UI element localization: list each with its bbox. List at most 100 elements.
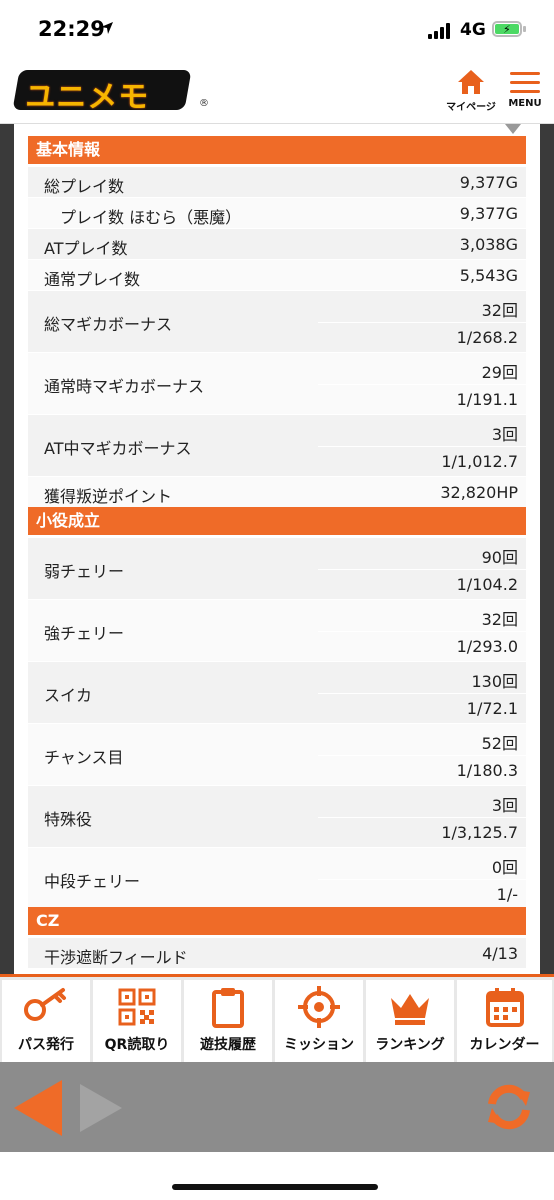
row-value: 32,820HP <box>440 483 518 502</box>
row-probability: 1/191.1 <box>456 390 518 409</box>
row-divider <box>318 384 526 385</box>
content-area[interactable]: 基本情報 総プレイ数 9,377G プレイ数 ほむら（悪魔） 9,377G AT… <box>0 124 554 974</box>
row-value: 9,377G <box>459 204 518 223</box>
row-divider <box>318 322 526 323</box>
row-label: 中段チェリー <box>44 872 141 891</box>
row-probability: 1/72.1 <box>466 699 518 718</box>
row-count: 0回 <box>491 858 518 877</box>
logo-badge: ユニメモ <box>12 70 192 115</box>
crown-icon <box>391 994 429 1025</box>
row-divider <box>318 631 526 632</box>
mypage-button[interactable]: マイページ <box>444 68 498 113</box>
mypage-label: マイページ <box>446 102 496 113</box>
row-value: 3,038G <box>459 235 518 254</box>
row-count: 29回 <box>481 363 518 382</box>
row-label: 干渉遮断フィールド <box>44 948 188 967</box>
row-count: 3回 <box>491 796 518 815</box>
row-count: 3回 <box>491 425 518 444</box>
tab-label: ミッション <box>284 1037 354 1053</box>
table-row: 強チェリー 32回 1/293.0 <box>28 599 526 661</box>
table-row: 総マギカボーナス 32回 1/268.2 <box>28 290 526 352</box>
tab-ranking[interactable]: ランキング <box>366 980 456 1062</box>
battery-tip <box>523 26 526 32</box>
row-probability: 1/104.2 <box>456 575 518 594</box>
row-label: プレイ数 ほむら（悪魔） <box>60 208 242 227</box>
row-value: 5,543G <box>459 266 518 285</box>
menu-button[interactable]: MENU <box>500 68 550 109</box>
table-row: 中段チェリー 0回 1/- <box>28 847 526 909</box>
home-indicator[interactable] <box>172 1184 378 1190</box>
logo-text: ユニメモ <box>25 80 150 115</box>
qr-icon <box>118 988 156 1026</box>
tab-play-history[interactable]: 遊技履歴 <box>184 980 274 1062</box>
row-label: 通常プレイ数 <box>44 270 141 289</box>
tab-mission[interactable]: ミッション <box>275 980 365 1062</box>
calendar-icon <box>485 988 524 1027</box>
section-header-basic: 基本情報 <box>28 136 526 164</box>
section-header-cz: CZ <box>28 907 526 935</box>
bottom-tab-bar: パス発行 QR読取り 遊技履歴 ミッション ランキング カレンダー <box>0 974 554 1062</box>
battery-icon: ⚡ <box>492 21 522 37</box>
row-divider <box>318 879 526 880</box>
table-row: 通常プレイ数 5,543G <box>28 259 526 290</box>
table-row: 獲得叛逆ポイント 32,820HP <box>28 476 526 507</box>
status-time: 22:29 <box>38 17 105 41</box>
row-count: 90回 <box>481 548 518 567</box>
reload-icon[interactable] <box>480 1078 538 1136</box>
row-label: スイカ <box>44 686 93 705</box>
forward-arrow-icon[interactable] <box>80 1084 122 1132</box>
back-arrow-icon[interactable] <box>14 1080 62 1136</box>
row-label: チャンス目 <box>44 748 124 767</box>
row-probability: 1/180.3 <box>456 761 518 780</box>
status-bar: 22:29 4G ⚡ <box>0 0 554 62</box>
table-row: プレイ数 ほむら（悪魔） 9,377G <box>28 197 526 228</box>
tab-label: QR読取り <box>104 1037 170 1053</box>
tab-label: パス発行 <box>18 1037 74 1053</box>
row-label: 強チェリー <box>44 624 125 643</box>
browser-nav-bar <box>0 1062 554 1152</box>
row-divider <box>318 693 526 694</box>
row-probability: 1/1,012.7 <box>441 452 518 471</box>
row-probability: 1/- <box>496 885 518 904</box>
row-label: AT中マギカボーナス <box>44 439 192 458</box>
row-label: 弱チェリー <box>44 562 125 581</box>
tab-label: カレンダー <box>469 1037 540 1053</box>
row-count: 32回 <box>481 610 518 629</box>
signal-icon <box>428 23 454 39</box>
tab-calendar[interactable]: カレンダー <box>457 980 552 1062</box>
network-type: 4G <box>460 20 486 40</box>
row-divider <box>318 755 526 756</box>
scroll-caret-icon <box>505 124 521 134</box>
table-row: 干渉遮断フィールド 4/13 <box>28 937 526 968</box>
row-label: 総マギカボーナス <box>44 315 173 334</box>
row-label: ATプレイ数 <box>44 239 128 258</box>
key-icon <box>24 988 66 1021</box>
hamburger-icon <box>510 70 540 96</box>
table-row: チャンス目 52回 1/180.3 <box>28 723 526 785</box>
table-row: ATプレイ数 3,038G <box>28 228 526 259</box>
table-row: 通常時マギカボーナス 29回 1/191.1 <box>28 352 526 414</box>
row-probability: 1/268.2 <box>456 328 518 347</box>
tab-qr-read[interactable]: QR読取り <box>93 980 183 1062</box>
home-icon <box>458 70 484 94</box>
tab-pass-issue[interactable]: パス発行 <box>2 980 92 1062</box>
table-row: 特殊役 3回 1/3,125.7 <box>28 785 526 847</box>
tab-label: 遊技履歴 <box>200 1037 256 1053</box>
row-label: 総プレイ数 <box>44 177 125 196</box>
row-count: 130回 <box>471 672 518 691</box>
app-header: ユニメモ ® マイページ MENU <box>0 62 554 124</box>
row-value: 4/13 <box>482 944 518 963</box>
section-header-small: 小役成立 <box>28 507 526 535</box>
location-arrow-icon <box>101 22 113 34</box>
table-row: AT中マギカボーナス 3回 1/1,012.7 <box>28 414 526 476</box>
table-row: 弱チェリー 90回 1/104.2 <box>28 537 526 599</box>
clipboard-icon <box>212 988 244 1028</box>
row-divider <box>318 817 526 818</box>
tab-label: ランキング <box>375 1037 445 1053</box>
home-indicator-area <box>0 1152 554 1200</box>
row-count: 32回 <box>481 301 518 320</box>
unimemo-logo[interactable]: ユニメモ ® <box>12 70 209 115</box>
row-count: 52回 <box>481 734 518 753</box>
row-divider <box>318 446 526 447</box>
table-row: 総プレイ数 9,377G <box>28 166 526 197</box>
